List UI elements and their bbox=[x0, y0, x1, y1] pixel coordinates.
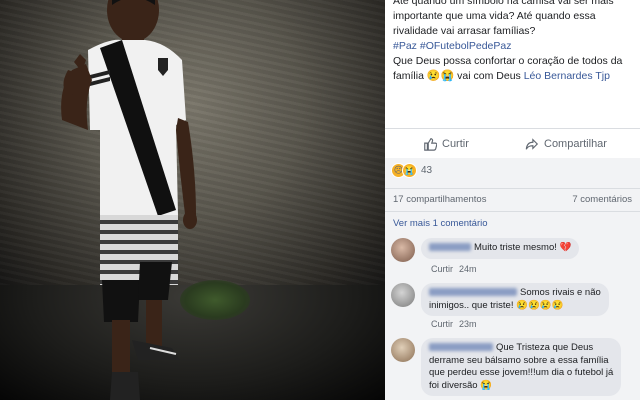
shares-count[interactable]: 17 compartilhamentos bbox=[393, 194, 486, 205]
post-hashtags[interactable]: #Paz #OFutebolPedePaz bbox=[393, 39, 633, 54]
comment-text-line-1: Somos rivais e não bbox=[520, 287, 601, 298]
comment-like-link[interactable]: Curtir bbox=[431, 264, 453, 274]
post-panel: Até quando um símbolo na camisa vai ser … bbox=[385, 0, 640, 400]
comment-bubble: Que Tristeza que Deus derrame seu bálsam… bbox=[421, 338, 622, 396]
crying-face-icon: 😭 bbox=[402, 163, 417, 178]
like-button[interactable]: Curtir bbox=[423, 129, 469, 159]
share-label: Compartilhar bbox=[544, 138, 607, 150]
mention-link[interactable]: Léo Bernardes Tjp bbox=[524, 70, 610, 82]
comment-meta: Curtir 24m bbox=[431, 264, 477, 274]
avatar[interactable] bbox=[391, 283, 415, 307]
comment-bubble: Muito triste mesmo! 💔 bbox=[421, 238, 580, 259]
post-line-5: Que Deus possa confortar o coração de to… bbox=[393, 55, 623, 67]
comment-author-blurred[interactable] bbox=[429, 343, 493, 352]
comment-text-line-2: derrame seu bálsamo sobre a essa família bbox=[429, 354, 609, 366]
comment-item: Que Tristeza que Deus derrame seu bálsam… bbox=[391, 338, 636, 400]
comment-item: Muito triste mesmo! 💔 Curtir 24m bbox=[391, 238, 636, 278]
avatar[interactable] bbox=[391, 238, 415, 262]
comment-text-line-2: inimigos.. que triste! 😢😢😢😢 bbox=[429, 299, 564, 311]
comment-item: Somos rivais e não inimigos.. que triste… bbox=[391, 283, 636, 329]
like-label: Curtir bbox=[442, 138, 469, 150]
thumbs-up-icon bbox=[424, 138, 437, 151]
reactions-summary[interactable]: ☹ 😭 43 bbox=[391, 163, 432, 178]
post-line-2: importante que uma vida? Até quando essa bbox=[393, 10, 596, 22]
post-text: Até quando um símbolo na camisa vai ser … bbox=[393, 0, 633, 84]
comment-author-blurred[interactable] bbox=[429, 243, 471, 252]
comment-text: Muito triste mesmo! 💔 bbox=[474, 242, 572, 253]
post-photo[interactable] bbox=[0, 0, 385, 400]
comment-meta: Curtir 23m bbox=[431, 319, 477, 329]
comment-author-blurred[interactable] bbox=[429, 288, 517, 297]
comment-text-line-1: Que Tristeza que Deus bbox=[496, 342, 594, 353]
comment-bubble: Somos rivais e não inimigos.. que triste… bbox=[421, 283, 609, 316]
comments-count[interactable]: 7 comentários bbox=[572, 194, 632, 205]
post-line-6-prefix: família bbox=[393, 70, 424, 82]
view-more-comments-link[interactable]: Ver mais 1 comentário bbox=[393, 218, 488, 229]
crying-emoji-icon: 😢😭 bbox=[426, 70, 455, 82]
post-stats: 17 compartilhamentos 7 comentários bbox=[385, 188, 640, 212]
comment-text-line-4: foi diversão 😭 bbox=[429, 379, 493, 391]
post-actions: Curtir Compartilhar bbox=[385, 128, 640, 160]
person-figure bbox=[61, 0, 197, 400]
comment-text-line-3: que perdeu esse jovem!!!um dia o futebol… bbox=[429, 367, 614, 378]
post-line-6-mid: vai com Deus bbox=[454, 70, 524, 82]
share-arrow-icon bbox=[525, 138, 539, 150]
reactions-and-comments: ☹ 😭 43 17 compartilhamentos 7 comentário… bbox=[385, 158, 640, 400]
comment-time: 24m bbox=[459, 264, 477, 274]
post-line-3: rivalidade vai arrasar famílias? bbox=[393, 25, 536, 37]
comment-time: 23m bbox=[459, 319, 477, 329]
share-button[interactable]: Compartilhar bbox=[525, 129, 607, 159]
comment-like-link[interactable]: Curtir bbox=[431, 319, 453, 329]
post-line-1: Até quando um símbolo na camisa vai ser … bbox=[393, 0, 614, 7]
avatar[interactable] bbox=[391, 338, 415, 362]
post-line-6: família 😢😭 vai com Deus Léo Bernardes Tj… bbox=[393, 69, 633, 84]
reactions-count: 43 bbox=[421, 165, 433, 176]
